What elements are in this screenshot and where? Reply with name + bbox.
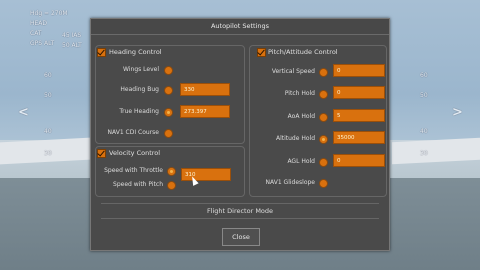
heading-bug-label: Heading Bug bbox=[120, 86, 159, 93]
pitch-hold-label: Pitch Hold bbox=[284, 90, 315, 97]
speed-throttle-label: Speed with Throttle bbox=[104, 167, 163, 174]
aoa-hold-radio[interactable] bbox=[319, 113, 328, 122]
vertical-speed-input[interactable]: 0 bbox=[333, 64, 385, 77]
nav1-glideslope-radio[interactable] bbox=[319, 179, 328, 188]
nav1-cdi-radio[interactable] bbox=[164, 129, 173, 138]
hud-tick: 50 bbox=[44, 92, 52, 99]
hud-tick: 50 bbox=[420, 92, 428, 99]
true-heading-input[interactable]: 273.397 bbox=[180, 105, 230, 118]
hud-line: 50 ALT bbox=[62, 42, 82, 49]
hud-right-marker-icon: > bbox=[452, 105, 463, 120]
hud-tick: 30 bbox=[44, 150, 52, 157]
vertical-speed-label: Vertical Speed bbox=[271, 68, 315, 75]
hud-tick: 60 bbox=[44, 72, 52, 79]
hud-tick: 40 bbox=[420, 128, 428, 135]
velocity-control-checkbox[interactable] bbox=[97, 149, 106, 158]
dialog-title: Autopilot Settings bbox=[91, 19, 389, 35]
hud-tick: 40 bbox=[44, 128, 52, 135]
hud-tick: 30 bbox=[420, 150, 428, 157]
altitude-hold-radio[interactable] bbox=[319, 135, 328, 144]
autopilot-settings-dialog: Autopilot Settings Heading Control Wings… bbox=[90, 18, 390, 251]
pitch-attitude-checkbox[interactable] bbox=[257, 48, 266, 57]
pitch-attitude-title: Pitch/Attitude Control bbox=[268, 48, 338, 56]
hud-line: GPS ALT bbox=[30, 40, 55, 47]
velocity-control-title: Velocity Control bbox=[109, 149, 161, 157]
speed-throttle-radio[interactable] bbox=[167, 167, 176, 176]
hud-tick: 60 bbox=[420, 72, 428, 79]
true-heading-label: True Heading bbox=[119, 108, 159, 115]
heading-control-title: Heading Control bbox=[109, 48, 162, 56]
hud-line: CAT bbox=[30, 30, 42, 37]
vertical-speed-radio[interactable] bbox=[319, 68, 328, 77]
altitude-hold-label: Altitude Hold bbox=[275, 135, 315, 142]
agl-hold-input[interactable]: 0 bbox=[333, 154, 385, 167]
aoa-hold-label: AoA Hold bbox=[287, 113, 315, 120]
pitch-hold-radio[interactable] bbox=[319, 90, 328, 99]
speed-throttle-input[interactable]: 310 bbox=[181, 168, 231, 181]
altitude-hold-input[interactable]: 35000 bbox=[333, 131, 385, 144]
true-heading-radio[interactable] bbox=[164, 108, 173, 117]
nav1-cdi-label: NAV1 CDI Course bbox=[107, 129, 159, 136]
wings-level-label: Wings Level bbox=[123, 66, 159, 73]
heading-control-checkbox[interactable] bbox=[97, 48, 106, 57]
hud-left-marker-icon: < bbox=[18, 105, 29, 120]
hud-line: HEAD bbox=[30, 20, 48, 27]
heading-bug-input[interactable]: 330 bbox=[180, 83, 230, 96]
aoa-hold-input[interactable]: 5 bbox=[333, 109, 385, 122]
right-wing bbox=[392, 137, 480, 165]
wings-level-radio[interactable] bbox=[164, 66, 173, 75]
nav1-glideslope-label: NAV1 Glideslope bbox=[265, 179, 316, 186]
speed-pitch-radio[interactable] bbox=[167, 181, 176, 190]
hud-line: Hdg = 270M bbox=[30, 10, 68, 17]
hud-line: 45 IAS bbox=[62, 32, 82, 39]
speed-pitch-label: Speed with Pitch bbox=[113, 181, 163, 188]
flight-director-mode-label: Flight Director Mode bbox=[101, 203, 379, 219]
agl-hold-radio[interactable] bbox=[319, 158, 328, 167]
heading-bug-radio[interactable] bbox=[164, 86, 173, 95]
close-button[interactable]: Close bbox=[222, 228, 260, 246]
agl-hold-label: AGL Hold bbox=[287, 158, 315, 165]
pitch-hold-input[interactable]: 0 bbox=[333, 86, 385, 99]
